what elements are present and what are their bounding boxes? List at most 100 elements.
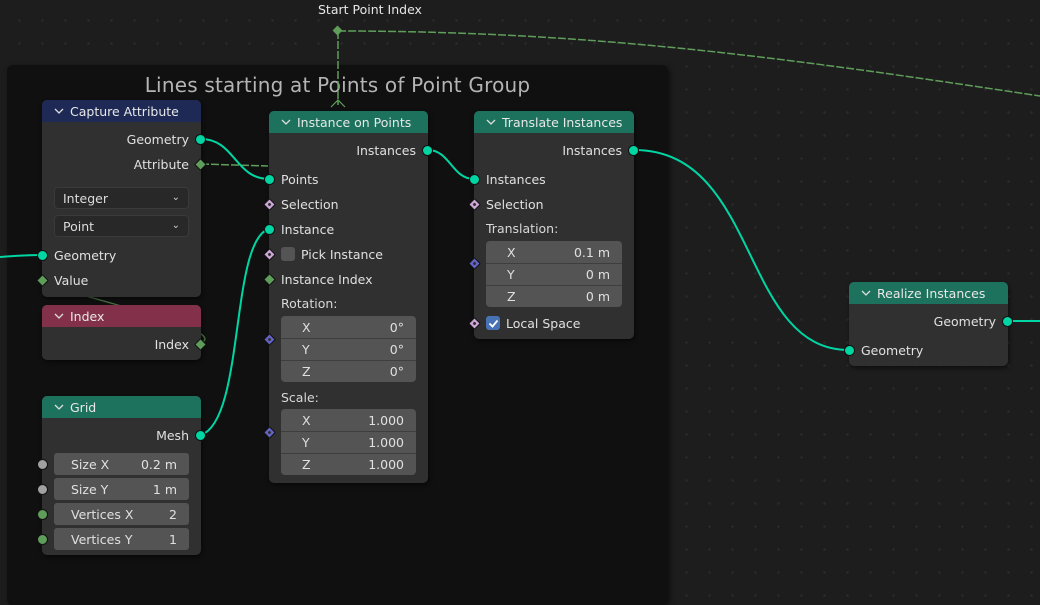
socket-label: Geometry	[54, 247, 117, 263]
node-header[interactable]: Capture Attribute	[42, 100, 201, 122]
scale-x-field[interactable]: X 1.000	[281, 409, 416, 431]
input-selection: Selection	[468, 194, 634, 214]
size-x-field[interactable]: Size X 0.2 m	[37, 453, 189, 475]
axis-label: Y	[507, 267, 515, 282]
rotation-z-field[interactable]: Z 0°	[281, 360, 416, 382]
input-value: Value	[36, 270, 201, 290]
node-title: Realize Instances	[877, 285, 986, 301]
output-attribute: Attribute	[42, 154, 207, 174]
rotation-vector[interactable]: X 0° Y 0° Z 0°	[281, 316, 416, 382]
field-value: 0.2 m	[140, 456, 177, 472]
output-geometry: Geometry	[42, 129, 206, 149]
socket-label: Geometry	[933, 313, 996, 329]
integer-socket[interactable]	[37, 534, 48, 545]
geometry-socket[interactable]	[628, 145, 639, 156]
scale-label: Scale:	[281, 390, 319, 405]
axis-label: X	[507, 244, 516, 260]
input-pick-instance: Pick Instance	[263, 244, 428, 264]
socket-label: Value	[54, 272, 89, 288]
chevron-down-icon[interactable]	[54, 311, 64, 321]
domain-dropdown[interactable]: Point ⌄	[54, 215, 189, 237]
geometry-socket[interactable]	[37, 250, 48, 261]
local-space-checkbox[interactable]	[486, 316, 500, 330]
geometry-socket[interactable]	[422, 145, 433, 156]
axis-value: 1.000	[368, 412, 404, 428]
axis-label: X	[302, 319, 311, 335]
geometry-socket[interactable]	[195, 430, 206, 441]
geometry-socket[interactable]	[1002, 316, 1013, 327]
chevron-down-icon[interactable]	[486, 117, 496, 127]
node-translate-instances[interactable]: Translate Instances Instances Instances …	[468, 111, 639, 339]
output-index: Index	[42, 334, 207, 354]
node-capture-attribute[interactable]: Capture Attribute Geometry Attribute Int…	[36, 100, 207, 297]
node-title: Index	[70, 308, 105, 324]
reroute-node	[332, 25, 343, 36]
scale-vector[interactable]: X 1.000 Y 1.000 Z 1.000	[281, 409, 416, 475]
geometry-socket[interactable]	[195, 134, 206, 145]
node-header[interactable]: Realize Instances	[849, 282, 1008, 304]
node-header[interactable]: Grid	[42, 396, 201, 418]
chevron-down-icon[interactable]	[54, 402, 64, 412]
chevron-down-icon[interactable]	[281, 117, 291, 127]
output-instances: Instances	[269, 140, 433, 160]
node-header[interactable]: Index	[42, 305, 201, 327]
axis-value: 1.000	[368, 435, 404, 450]
node-grid[interactable]: Grid Mesh Size X 0.2 m Size Y 1 m Vertic…	[37, 396, 206, 555]
reroute-label: Start Point Index	[318, 2, 422, 17]
axis-value: 1.000	[368, 457, 404, 472]
socket-label: Selection	[486, 196, 544, 212]
socket-label: Local Space	[506, 315, 581, 331]
geometry-socket[interactable]	[469, 174, 480, 185]
socket-label: Attribute	[133, 156, 189, 172]
geometry-socket[interactable]	[844, 345, 855, 356]
node-index[interactable]: Index Index	[42, 305, 207, 360]
chevron-down-icon[interactable]	[861, 288, 871, 298]
translation-y-field[interactable]: Y 0 m	[486, 263, 622, 285]
translation-x-field[interactable]: X 0.1 m	[486, 241, 622, 263]
field-label: Size Y	[71, 481, 109, 497]
output-instances: Instances	[474, 140, 639, 160]
geometry-socket[interactable]	[264, 224, 275, 235]
geometry-socket[interactable]	[264, 174, 275, 185]
axis-label: Y	[302, 342, 310, 357]
axis-value: 0.1 m	[573, 244, 610, 260]
vertices-x-field[interactable]: Vertices X 2	[37, 503, 189, 525]
node-header[interactable]: Instance on Points	[269, 111, 428, 133]
node-header[interactable]: Translate Instances	[474, 111, 634, 133]
scale-y-field[interactable]: Y 1.000	[281, 431, 416, 453]
input-instance: Instance	[264, 219, 428, 239]
node-title: Instance on Points	[297, 114, 412, 130]
input-local-space: Local Space	[468, 313, 634, 333]
integer-socket[interactable]	[37, 509, 48, 520]
input-points: Points	[264, 169, 428, 189]
size-y-field[interactable]: Size Y 1 m	[37, 478, 189, 500]
chevron-down-icon[interactable]	[54, 106, 64, 116]
scale-z-field[interactable]: Z 1.000	[281, 453, 416, 475]
data-type-dropdown[interactable]: Integer ⌄	[54, 187, 189, 209]
axis-value: 0°	[389, 319, 404, 335]
translation-label: Translation:	[486, 221, 559, 236]
pick-instance-checkbox[interactable]	[281, 247, 295, 261]
field-label: Size X	[71, 456, 110, 472]
input-selection: Selection	[263, 194, 428, 214]
node-realize-instances[interactable]: Realize Instances Geometry Geometry	[844, 282, 1013, 366]
axis-label: X	[302, 412, 311, 428]
socket-label: Instances	[356, 142, 416, 158]
node-instance-on-points[interactable]: Instance on Points Instances Points Sele…	[263, 111, 433, 483]
socket-label: Selection	[281, 196, 339, 212]
socket-label: Pick Instance	[301, 246, 383, 262]
dropdown-value: Integer	[63, 190, 108, 206]
translation-z-field[interactable]: Z 0 m	[486, 285, 622, 307]
float-socket[interactable]	[37, 459, 48, 470]
rotation-y-field[interactable]: Y 0°	[281, 338, 416, 360]
rotation-label: Rotation:	[281, 296, 338, 311]
field-value: 1 m	[152, 481, 177, 497]
node-title: Capture Attribute	[70, 103, 179, 119]
checkmark-icon	[488, 319, 498, 328]
vertices-y-field[interactable]: Vertices Y 1	[37, 528, 189, 550]
rotation-x-field[interactable]: X 0°	[281, 316, 416, 338]
translation-vector[interactable]: X 0.1 m Y 0 m Z 0 m	[486, 241, 622, 307]
input-geometry: Geometry	[844, 340, 1008, 360]
float-socket[interactable]	[37, 484, 48, 495]
socket-label: Instances	[562, 142, 622, 158]
